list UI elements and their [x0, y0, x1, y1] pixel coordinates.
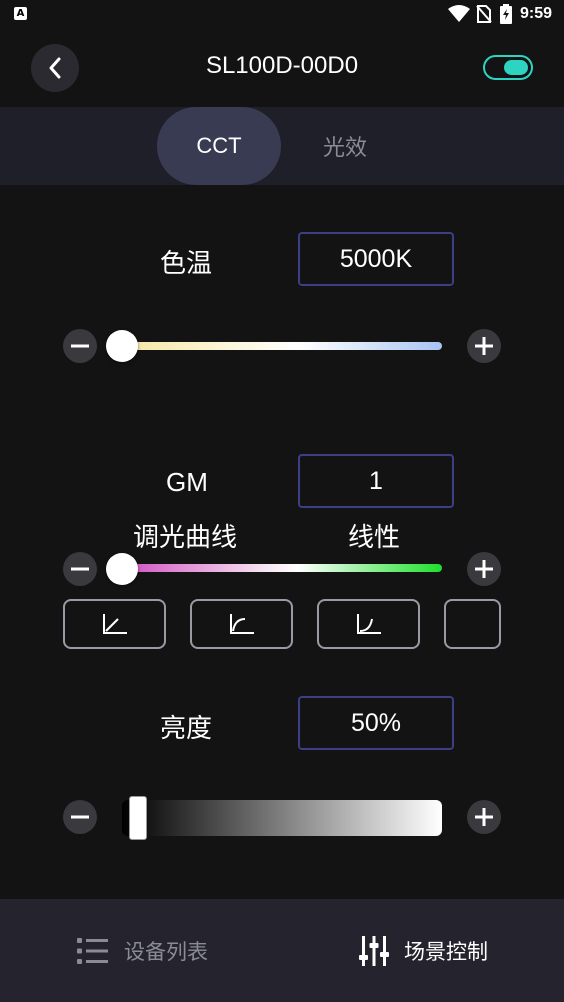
cct-slider-thumb[interactable] — [106, 330, 138, 362]
device-title: SL100D-00D0 — [205, 52, 359, 79]
plus-icon — [475, 560, 493, 578]
dimming-curve-value: 线性 — [348, 523, 401, 553]
curve-exp-button[interactable] — [317, 599, 420, 649]
app-notification-icon: A — [14, 7, 27, 20]
gm-decrease-button[interactable] — [63, 552, 97, 586]
gm-slider-track[interactable] — [122, 564, 442, 572]
cct-decrease-button[interactable] — [63, 329, 97, 363]
status-bar: A 9:59 — [0, 0, 564, 30]
tab-cct[interactable]: CCT — [157, 107, 281, 185]
brightness-slider-track[interactable] — [122, 800, 442, 836]
nav-device-list[interactable]: 设备列表 — [76, 899, 208, 1002]
brightness-increase-button[interactable] — [467, 800, 501, 834]
minus-icon — [71, 815, 89, 819]
brightness-decrease-button[interactable] — [63, 800, 97, 834]
brightness-slider-thumb[interactable] — [129, 796, 147, 840]
dimming-curve-label: 调光曲线 — [133, 523, 238, 553]
tab-light-effects[interactable]: 光效 — [290, 107, 400, 185]
gm-increase-button[interactable] — [467, 552, 501, 586]
minus-icon — [71, 344, 89, 348]
curve-linear-button[interactable] — [63, 599, 166, 649]
sliders-icon — [359, 935, 389, 966]
curve-log-button[interactable] — [190, 599, 293, 649]
gm-value-field[interactable]: 1 — [298, 454, 454, 508]
tab-bar — [0, 107, 564, 185]
wifi-icon — [448, 5, 470, 22]
toggle-knob — [504, 60, 528, 75]
list-icon — [77, 937, 108, 964]
cct-increase-button[interactable] — [467, 329, 501, 363]
minus-icon — [71, 567, 89, 571]
cct-value-field[interactable]: 5000K — [298, 232, 454, 286]
plus-icon — [475, 808, 493, 826]
log-curve-icon — [229, 614, 254, 634]
exp-curve-icon — [356, 614, 381, 634]
no-sim-icon — [476, 5, 492, 23]
cct-slider-track[interactable] — [122, 342, 442, 350]
power-toggle[interactable] — [483, 55, 533, 80]
gm-label: GM — [166, 467, 208, 497]
nav-scene-control[interactable]: 场景控制 — [358, 899, 488, 1002]
nav-device-list-label: 设备列表 — [124, 939, 208, 964]
nav-scene-control-label: 场景控制 — [404, 939, 488, 964]
brightness-label: 亮度 — [160, 714, 213, 744]
linear-curve-icon — [102, 614, 127, 634]
gm-slider-thumb[interactable] — [106, 553, 138, 585]
cct-label: 色温 — [160, 249, 213, 279]
brightness-value-field[interactable]: 50% — [298, 696, 454, 750]
plus-icon — [475, 337, 493, 355]
status-time: 9:59 — [520, 5, 553, 22]
battery-charging-icon — [500, 4, 512, 24]
curve-custom-button[interactable] — [444, 599, 501, 649]
